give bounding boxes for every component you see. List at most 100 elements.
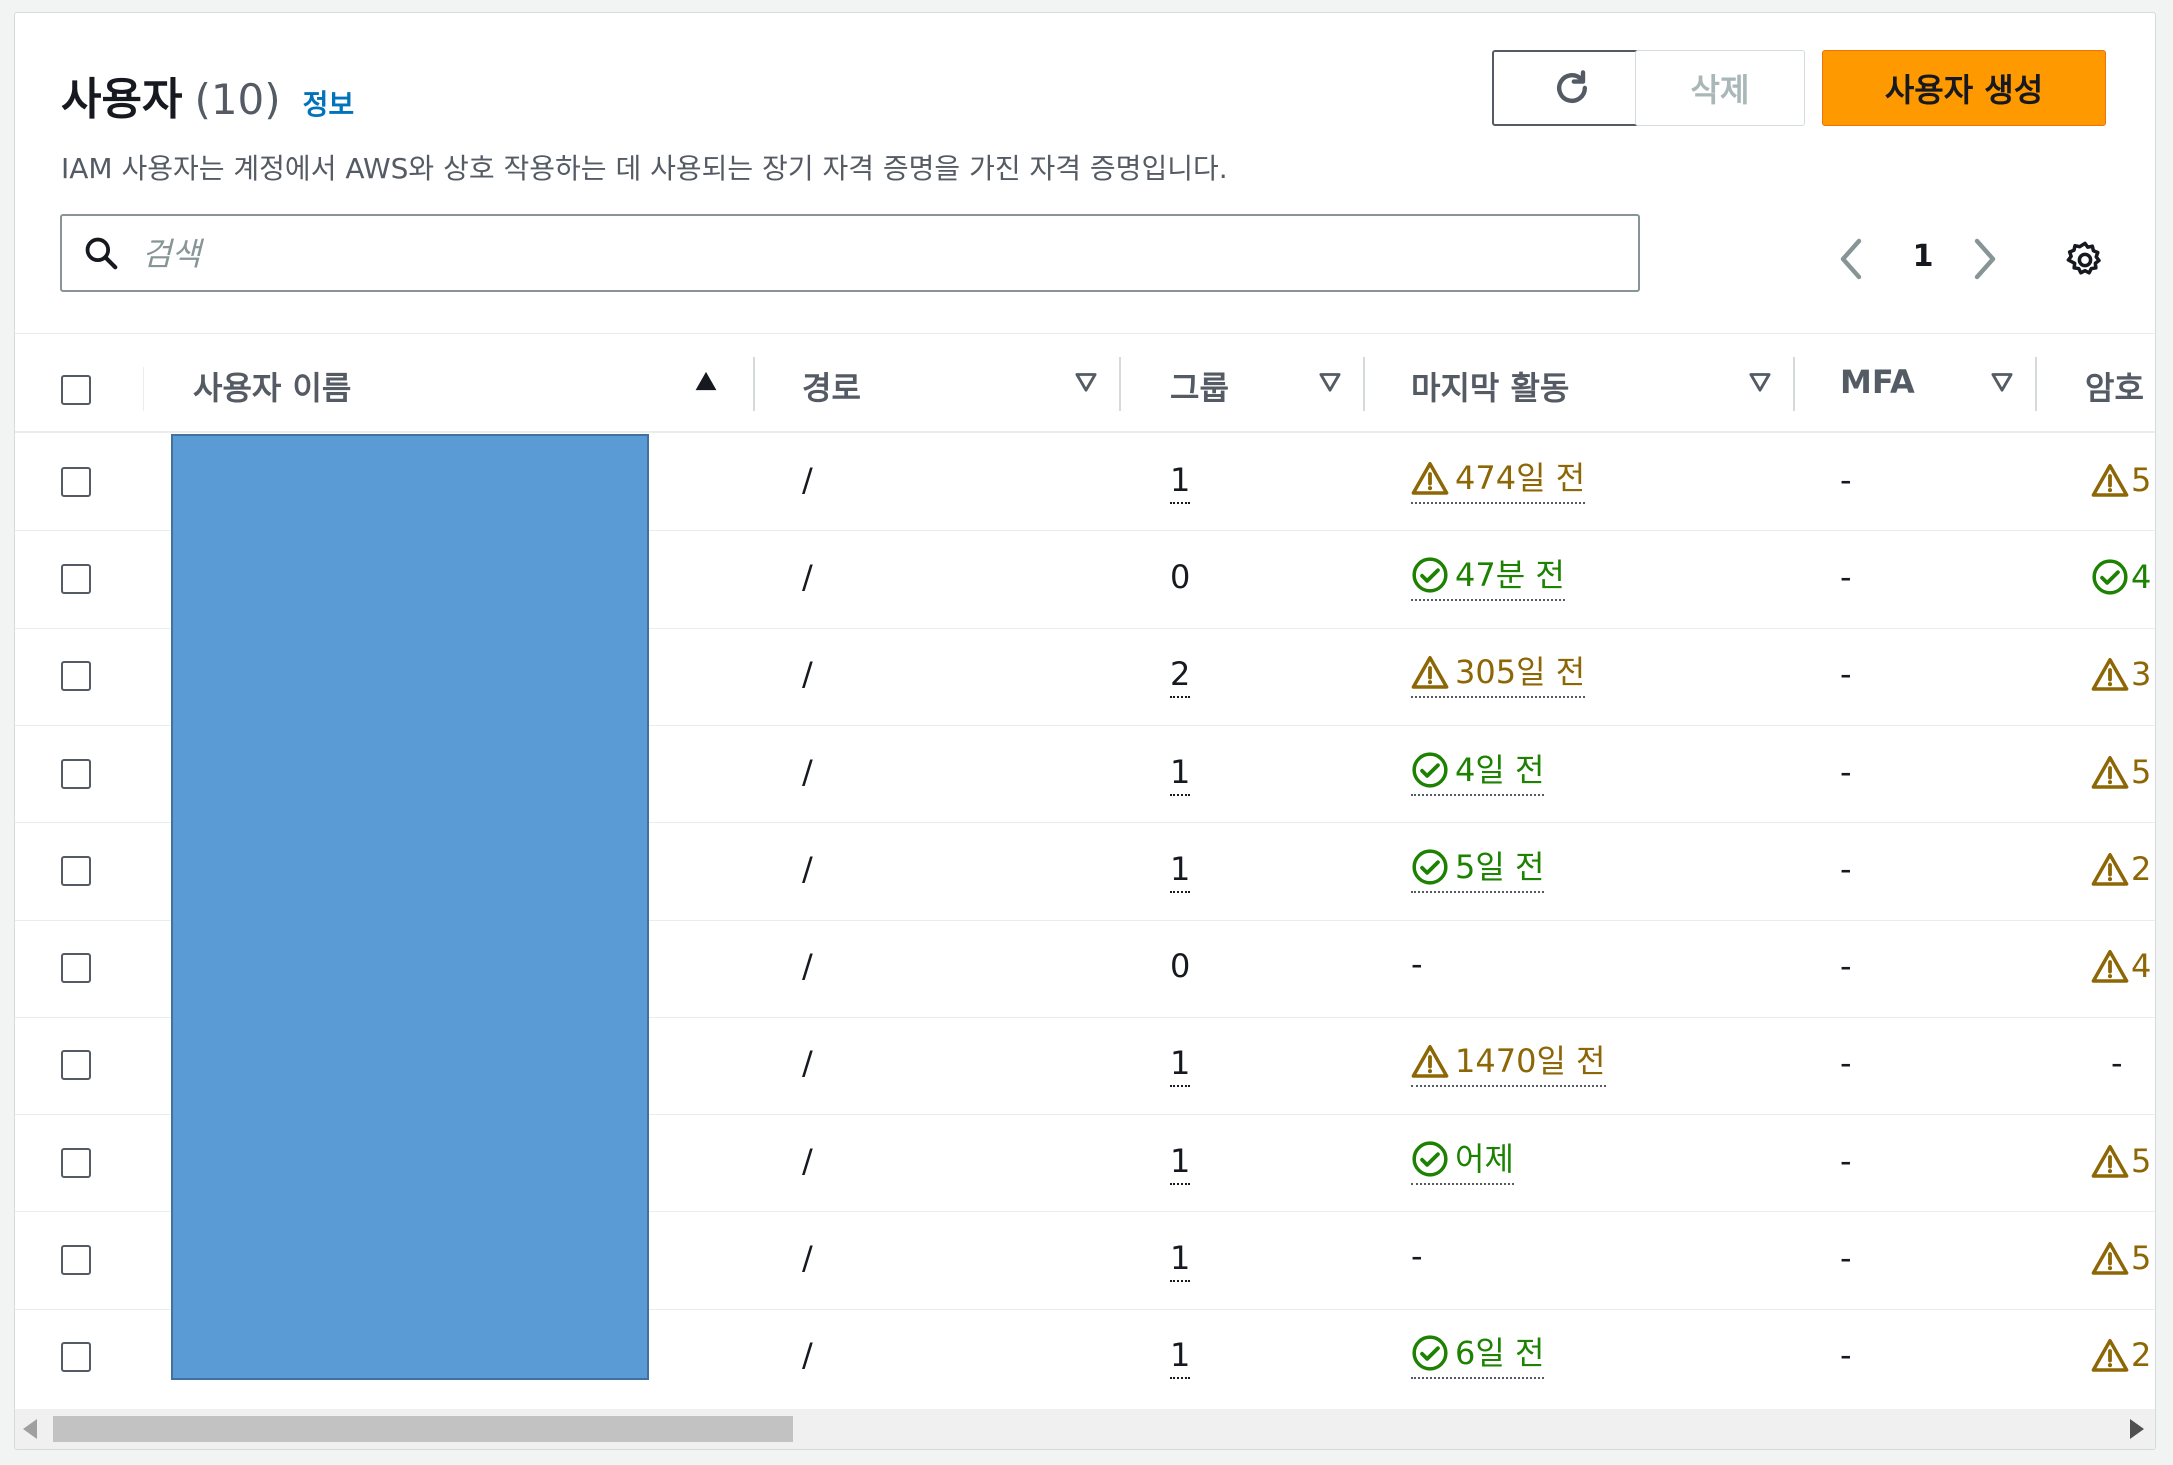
success-icon bbox=[1411, 556, 1449, 594]
cell-password: 3 bbox=[2091, 654, 2151, 694]
previous-page-icon[interactable] bbox=[1837, 237, 1865, 281]
current-page-number[interactable]: 1 bbox=[1903, 239, 1943, 274]
cell-password: 5 bbox=[2091, 1141, 2151, 1181]
sort-icon[interactable] bbox=[1747, 368, 1773, 394]
cell-last-activity[interactable]: 305일 전 bbox=[1411, 652, 1586, 699]
page-title: 사용자 (10) 정보 bbox=[61, 63, 354, 127]
horizontal-scrollbar[interactable] bbox=[15, 1409, 2155, 1449]
cell-mfa: - bbox=[1840, 1336, 1852, 1375]
cell-last-activity[interactable]: 474일 전 bbox=[1411, 458, 1586, 504]
cell-mfa: - bbox=[1840, 460, 1852, 499]
cell-password: - bbox=[2091, 1043, 2123, 1083]
cell-last-activity[interactable]: 6일 전 bbox=[1411, 1333, 1545, 1380]
cell-groups[interactable]: 1 bbox=[1170, 1141, 1191, 1185]
last-activity-text: 1470일 전 bbox=[1455, 1042, 1606, 1081]
refresh-icon bbox=[1556, 70, 1588, 104]
password-age-text: 2 bbox=[2131, 849, 2152, 888]
row-checkbox[interactable] bbox=[61, 563, 91, 594]
cell-path: / bbox=[802, 1141, 813, 1180]
cell-password: 4 bbox=[2091, 557, 2151, 597]
row-checkbox[interactable] bbox=[61, 855, 91, 886]
sort-icon[interactable] bbox=[1317, 368, 1343, 394]
cell-groups[interactable]: 1 bbox=[1170, 1238, 1191, 1283]
row-checkbox[interactable] bbox=[61, 466, 91, 497]
table-header-top-border bbox=[15, 333, 2155, 334]
last-activity-text: 어제 bbox=[1455, 1139, 1514, 1178]
warning-icon bbox=[1411, 460, 1449, 496]
search-input[interactable] bbox=[140, 224, 1624, 284]
password-age-text: - bbox=[2111, 1044, 2123, 1083]
cell-groups[interactable]: 1 bbox=[1170, 1043, 1191, 1088]
cell-mfa: - bbox=[1840, 849, 1852, 888]
cell-path: / bbox=[802, 947, 813, 986]
column-header-path[interactable]: 경로 bbox=[802, 363, 861, 409]
cell-last-activity[interactable]: 5일 전 bbox=[1411, 847, 1545, 893]
password-age-text: 4 bbox=[2131, 947, 2152, 986]
search-icon bbox=[85, 237, 118, 270]
column-header-mfa[interactable]: MFA bbox=[1840, 363, 1915, 401]
row-checkbox[interactable] bbox=[61, 1147, 91, 1178]
last-activity-text: 474일 전 bbox=[1455, 458, 1586, 497]
column-header-groups[interactable]: 그룹 bbox=[1170, 363, 1229, 409]
last-activity-text: 5일 전 bbox=[1455, 847, 1545, 886]
cell-groups[interactable]: 1 bbox=[1170, 460, 1191, 504]
success-icon bbox=[1411, 1334, 1449, 1372]
row-checkbox[interactable] bbox=[61, 661, 91, 692]
cell-last-activity[interactable]: 47분 전 bbox=[1411, 555, 1565, 601]
last-activity-text: - bbox=[1411, 1237, 1423, 1276]
next-page-icon[interactable] bbox=[1971, 237, 1999, 281]
warning-icon bbox=[2091, 1240, 2129, 1276]
password-age-text: 5 bbox=[2131, 752, 2152, 791]
cell-groups[interactable]: 1 bbox=[1170, 1335, 1191, 1380]
create-user-button[interactable]: 사용자 생성 bbox=[1822, 50, 2106, 126]
cell-path: / bbox=[802, 1336, 813, 1375]
warning-icon bbox=[2091, 1337, 2129, 1373]
sort-icon[interactable] bbox=[1073, 368, 1099, 394]
cell-password: 2 bbox=[2091, 849, 2151, 889]
password-age-text: 2 bbox=[2131, 1336, 2152, 1375]
column-divider bbox=[2035, 357, 2037, 411]
last-activity-text: 305일 전 bbox=[1455, 653, 1586, 692]
row-checkbox[interactable] bbox=[61, 758, 91, 789]
user-count: (10) bbox=[194, 75, 281, 124]
table-header-bottom-border bbox=[15, 431, 2155, 433]
password-age-text: 3 bbox=[2131, 655, 2152, 694]
page-description: IAM 사용자는 계정에서 AWS와 상호 작용하는 데 사용되는 장기 자격 … bbox=[61, 152, 1228, 185]
cell-last-activity: - bbox=[1411, 944, 1423, 984]
row-checkbox[interactable] bbox=[61, 1050, 91, 1081]
row-checkbox[interactable] bbox=[61, 953, 91, 984]
cell-last-activity[interactable]: 1470일 전 bbox=[1411, 1041, 1606, 1088]
sort-icon[interactable] bbox=[1989, 368, 2015, 394]
column-divider bbox=[1793, 357, 1795, 411]
cell-path: / bbox=[802, 655, 813, 694]
column-header-password[interactable]: 암호 bbox=[2085, 363, 2144, 409]
select-all-checkbox[interactable] bbox=[61, 375, 91, 405]
scroll-right-icon[interactable] bbox=[2128, 1419, 2144, 1439]
cell-mfa: - bbox=[1840, 947, 1852, 986]
column-divider bbox=[143, 367, 144, 411]
warning-icon bbox=[2091, 1143, 2129, 1179]
refresh-button[interactable] bbox=[1492, 50, 1652, 126]
users-panel: 사용자 (10) 정보 IAM 사용자는 계정에서 AWS와 상호 작용하는 데… bbox=[14, 12, 2156, 1450]
sort-ascending-icon[interactable] bbox=[693, 368, 719, 394]
column-header-last-activity[interactable]: 마지막 활동 bbox=[1411, 363, 1569, 409]
row-checkbox[interactable] bbox=[61, 1342, 91, 1373]
row-checkbox[interactable] bbox=[61, 1245, 91, 1276]
info-link[interactable]: 정보 bbox=[303, 83, 355, 123]
column-header-user-name[interactable]: 사용자 이름 bbox=[193, 363, 351, 409]
cell-path: / bbox=[802, 1239, 813, 1278]
cell-groups[interactable]: 1 bbox=[1170, 849, 1191, 893]
password-age-text: 5 bbox=[2131, 1141, 2152, 1180]
warning-icon bbox=[2091, 656, 2129, 692]
cell-last-activity[interactable]: 어제 bbox=[1411, 1139, 1514, 1185]
warning-icon bbox=[1411, 1043, 1449, 1079]
scroll-left-icon[interactable] bbox=[23, 1419, 39, 1439]
gear-icon[interactable] bbox=[2064, 239, 2106, 281]
password-age-text: 5 bbox=[2131, 1239, 2152, 1278]
success-icon bbox=[1411, 848, 1449, 886]
cell-groups[interactable]: 2 bbox=[1170, 654, 1191, 699]
cell-groups[interactable]: 1 bbox=[1170, 752, 1191, 796]
cell-last-activity[interactable]: 4일 전 bbox=[1411, 750, 1545, 796]
delete-button[interactable]: 삭제 bbox=[1635, 50, 1805, 126]
scrollbar-thumb[interactable] bbox=[53, 1416, 793, 1442]
